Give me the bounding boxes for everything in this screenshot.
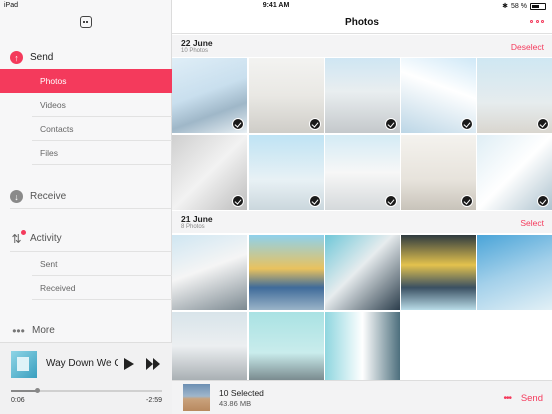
section-count: 8 Photos bbox=[181, 224, 205, 230]
section-activity[interactable]: ⇅ Activity bbox=[10, 230, 62, 246]
checkmark-icon bbox=[309, 195, 321, 207]
photo-thumbnail[interactable] bbox=[477, 235, 552, 310]
checkmark-icon bbox=[537, 118, 549, 130]
checkmark-icon bbox=[385, 195, 397, 207]
clock: 9:41 AM bbox=[262, 2, 290, 9]
photo-thumbnail[interactable] bbox=[325, 235, 400, 310]
more-dots-icon: ••• bbox=[12, 323, 25, 338]
sidebar: ↑ Send Photos Videos Contacts Files ↓ Re… bbox=[0, 0, 172, 414]
photo-thumbnail[interactable] bbox=[172, 58, 247, 133]
checkmark-icon bbox=[461, 118, 473, 130]
page-title: Photos bbox=[345, 17, 379, 28]
selection-count: 10 Selected bbox=[219, 388, 264, 398]
message-icon[interactable] bbox=[80, 16, 92, 28]
photo-thumbnail[interactable] bbox=[249, 235, 324, 310]
arrow-up-icon: ↑ bbox=[10, 51, 23, 64]
song-title: Way Down We Go bbox=[46, 358, 118, 369]
section-receive-label: Receive bbox=[30, 191, 67, 202]
section-header-21-june: 21 June 8 Photos Select bbox=[172, 211, 552, 233]
arrow-down-icon: ↓ bbox=[10, 190, 23, 203]
photo-thumbnail[interactable] bbox=[172, 235, 247, 310]
photo-thumbnail[interactable] bbox=[477, 135, 552, 210]
status-right: ✱ 58 % bbox=[502, 2, 546, 10]
more-dots-icon[interactable]: ••• bbox=[503, 393, 511, 404]
selection-size: 43.86 MB bbox=[219, 399, 252, 408]
photo-thumbnail[interactable] bbox=[172, 312, 247, 380]
photo-thumbnail[interactable] bbox=[249, 312, 324, 380]
section-activity-label: Activity bbox=[30, 233, 62, 244]
album-art[interactable] bbox=[11, 351, 37, 378]
sidebar-item-label: Files bbox=[40, 148, 58, 158]
fast-forward-icon[interactable] bbox=[146, 358, 162, 370]
section-count: 10 Photos bbox=[181, 48, 209, 54]
music-player: Way Down We Go 0:06 -2:59 bbox=[0, 342, 172, 414]
selection-thumbnail bbox=[183, 384, 210, 411]
photo-thumbnail[interactable] bbox=[172, 135, 247, 210]
remaining-time: -2:59 bbox=[146, 397, 162, 404]
section-more[interactable]: ••• More bbox=[10, 323, 55, 338]
photo-thumbnail[interactable] bbox=[477, 58, 552, 133]
play-icon[interactable] bbox=[124, 358, 134, 370]
checkmark-icon bbox=[232, 195, 244, 207]
sidebar-item-label: Photos bbox=[40, 76, 67, 86]
checkmark-icon bbox=[461, 195, 473, 207]
more-options-icon[interactable] bbox=[530, 18, 544, 24]
sidebar-item-label: Received bbox=[40, 283, 76, 293]
section-send[interactable]: ↑ Send bbox=[10, 51, 53, 64]
section-send-label: Send bbox=[30, 52, 54, 63]
section-date: 21 June bbox=[181, 214, 213, 224]
photo-thumbnail[interactable] bbox=[401, 135, 476, 210]
divider bbox=[32, 164, 172, 165]
selection-bar: 10 Selected 43.86 MB ••• Send bbox=[172, 380, 552, 414]
sidebar-item-label: Contacts bbox=[40, 124, 74, 134]
notification-dot bbox=[21, 230, 26, 235]
sidebar-item-label: Sent bbox=[40, 259, 58, 269]
sidebar-item-files[interactable]: Files bbox=[0, 141, 172, 165]
main-content: Photos 22 June 10 Photos Deselect 21 Jun… bbox=[172, 0, 552, 414]
deselect-button[interactable]: Deselect bbox=[511, 42, 544, 52]
sidebar-item-contacts[interactable]: Contacts bbox=[0, 117, 172, 141]
sidebar-item-label: Videos bbox=[40, 100, 66, 110]
sidebar-item-received[interactable]: Received bbox=[0, 276, 172, 300]
checkmark-icon bbox=[537, 195, 549, 207]
sidebar-item-photos[interactable]: Photos bbox=[0, 69, 172, 93]
checkmark-icon bbox=[232, 118, 244, 130]
section-more-label: More bbox=[32, 325, 55, 336]
photo-thumbnail[interactable] bbox=[325, 58, 400, 133]
send-button[interactable]: Send bbox=[521, 393, 543, 404]
checkmark-icon bbox=[385, 118, 397, 130]
section-receive[interactable]: ↓ Receive bbox=[10, 190, 66, 203]
select-button[interactable]: Select bbox=[520, 218, 544, 228]
sidebar-item-sent[interactable]: Sent bbox=[0, 252, 172, 276]
progress-bar[interactable] bbox=[11, 388, 162, 393]
progress-fill bbox=[11, 390, 37, 392]
photo-thumbnail[interactable] bbox=[325, 135, 400, 210]
checkmark-icon bbox=[309, 118, 321, 130]
progress-knob[interactable] bbox=[34, 388, 40, 393]
sidebar-item-videos[interactable]: Videos bbox=[0, 93, 172, 117]
photo-thumbnail[interactable] bbox=[249, 58, 324, 133]
section-header-22-june: 22 June 10 Photos Deselect bbox=[172, 35, 552, 57]
divider bbox=[32, 299, 172, 300]
photo-thumbnail[interactable] bbox=[401, 235, 476, 310]
activity-arrows-icon: ⇅ bbox=[10, 230, 26, 246]
photo-thumbnail[interactable] bbox=[401, 58, 476, 133]
bluetooth-icon: ✱ bbox=[502, 3, 509, 10]
battery-percent: 58 % bbox=[511, 2, 527, 10]
section-date: 22 June bbox=[181, 38, 213, 48]
photo-thumbnail[interactable] bbox=[249, 135, 324, 210]
elapsed-time: 0:06 bbox=[11, 397, 25, 404]
status-bar: iPad 9:41 AM ✱ 58 % bbox=[0, 0, 552, 12]
divider bbox=[10, 208, 171, 209]
photo-thumbnail[interactable] bbox=[325, 312, 400, 380]
battery-icon bbox=[530, 2, 546, 10]
